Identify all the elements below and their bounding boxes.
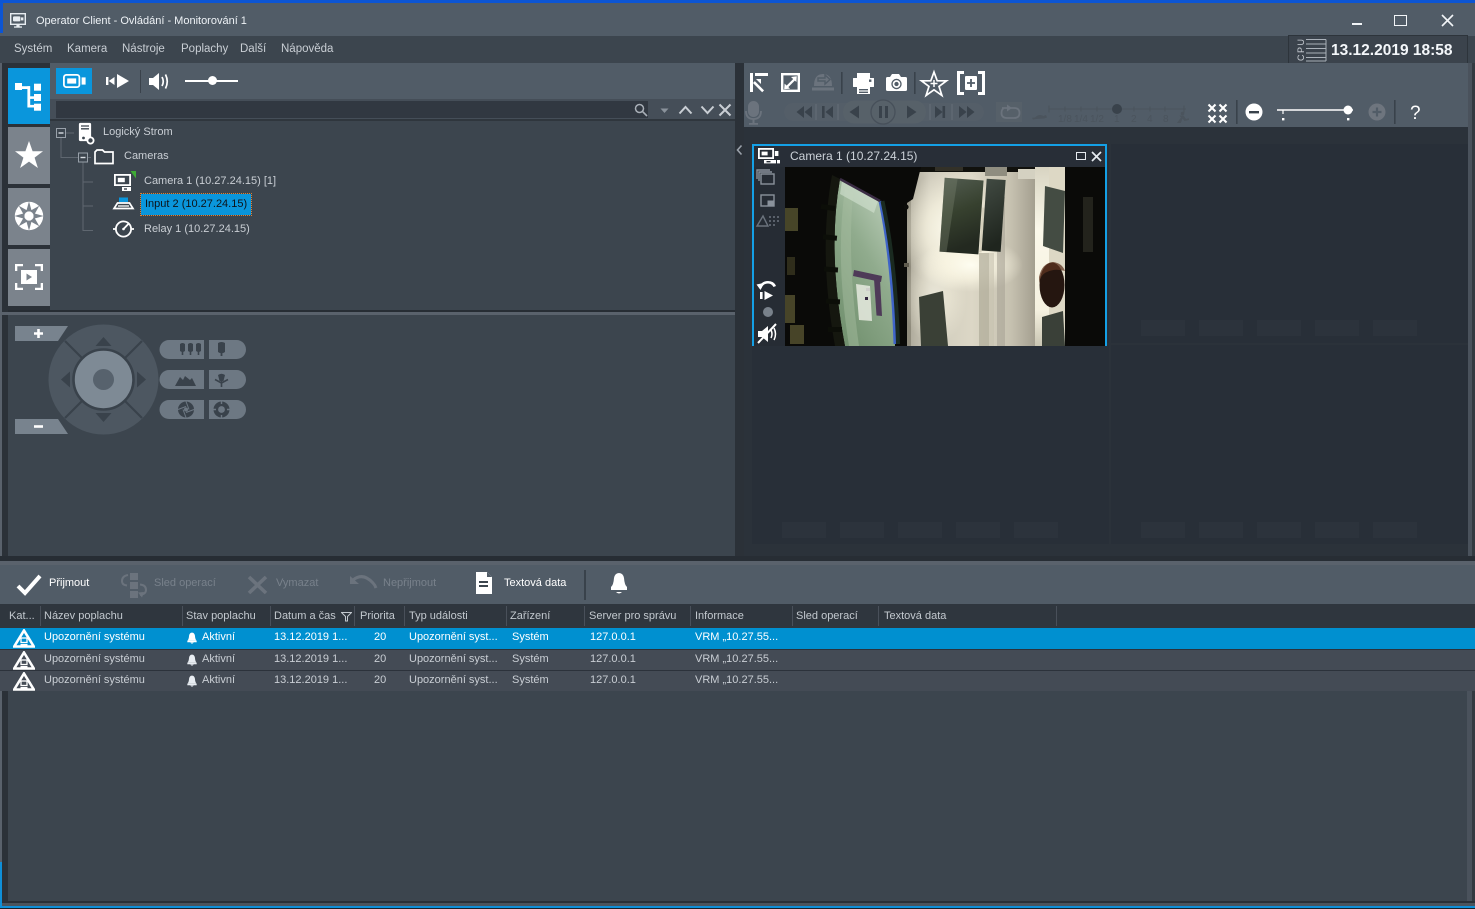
svg-text:2: 2 xyxy=(1131,114,1137,125)
svg-text:1: 1 xyxy=(1114,114,1120,125)
svg-text:1/2: 1/2 xyxy=(1090,114,1104,125)
svg-text:8: 8 xyxy=(1163,114,1169,125)
svg-text:1/4: 1/4 xyxy=(1074,114,1088,125)
svg-text:1/8: 1/8 xyxy=(1058,114,1072,125)
svg-text:4: 4 xyxy=(1147,114,1153,125)
svg-text:?: ? xyxy=(1410,103,1421,124)
svg-text:CPU: CPU xyxy=(1296,39,1306,61)
